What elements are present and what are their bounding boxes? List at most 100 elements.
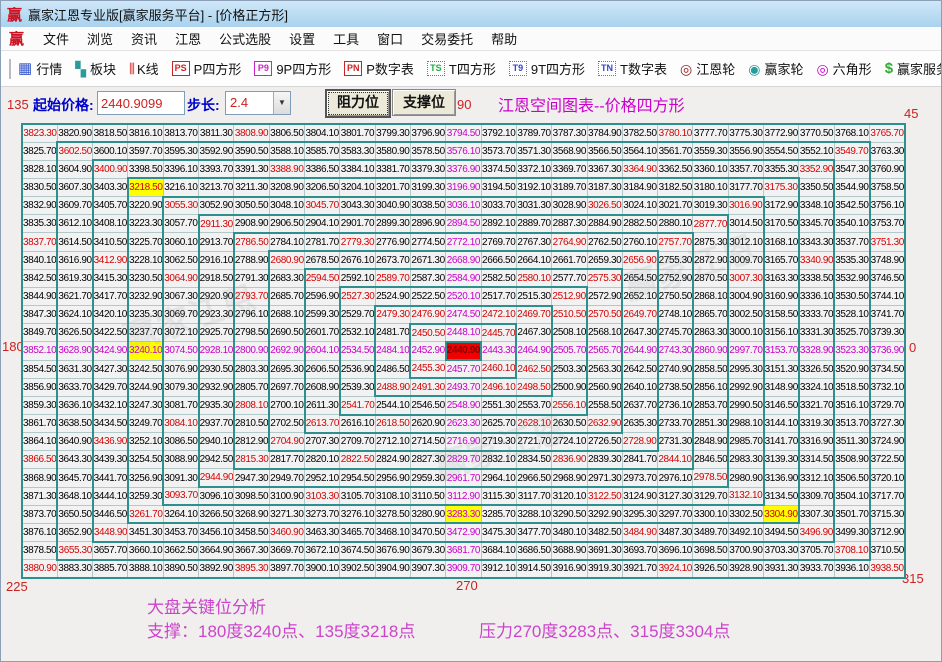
support-button[interactable]: 支撑位: [392, 89, 456, 116]
price-cell: 2659.30: [586, 250, 623, 270]
toolbar-button-P数字表[interactable]: PN P数字表: [344, 59, 414, 78]
toolbar-button-K线[interactable]: ⫼ K线: [129, 59, 159, 78]
price-cell: 3756.10: [869, 196, 906, 216]
price-cell: 2582.50: [480, 268, 517, 288]
price-cell: 3844.90: [20, 286, 58, 307]
toolbar-button-赢家轮[interactable]: ◉ 赢家轮: [748, 59, 803, 78]
toolbar-label: 江恩轮: [696, 62, 736, 77]
price-cell: 3028.90: [551, 195, 588, 216]
price-cell: 3492.10: [727, 522, 765, 543]
price-cell: 3542.50: [833, 196, 871, 216]
price-cell: 2532.10: [338, 323, 376, 343]
price-cell: 3559.30: [692, 141, 729, 161]
price-cell: 3602.50: [56, 141, 94, 161]
price-cell: 3427.30: [91, 359, 129, 379]
price-cell: 3484.90: [621, 522, 659, 543]
price-cell: 3782.50: [621, 122, 659, 143]
toolbar-button-T四方形[interactable]: TS T四方形: [426, 59, 496, 78]
axis-label-0: 0: [909, 340, 917, 355]
price-cell: 2618.50: [374, 413, 411, 434]
menu-item-文件[interactable]: 文件: [34, 30, 78, 49]
toolbar-button-六角形[interactable]: ◎ 六角形: [816, 59, 871, 78]
price-cell: 3307.30: [798, 504, 836, 524]
toolbar-button-行情[interactable]: ▦ 行情: [18, 59, 62, 78]
price-cell: 3280.90: [409, 504, 447, 525]
menu-item-工具[interactable]: 工具: [324, 30, 368, 49]
price-cell: 3655.30: [56, 541, 94, 561]
price-cell: 3463.30: [303, 522, 341, 543]
price-cell: 3000.10: [727, 323, 765, 343]
menu-item-浏览[interactable]: 浏览: [78, 30, 122, 49]
price-cell: 2546.50: [409, 395, 447, 416]
price-cell: 3580.90: [374, 141, 411, 161]
price-cell: 3237.70: [126, 323, 164, 343]
price-cell: 3117.70: [515, 486, 553, 507]
price-cell: 2558.50: [586, 395, 624, 416]
price-cell: 2889.70: [515, 213, 553, 234]
chevron-down-icon[interactable]: ▼: [273, 92, 290, 114]
toolbar-items: ▦ 行情 ▚ 板块 ⫼ K线 PS P四方形 P9 9P四方形 PN P数字表 TS T四方形 T9 9T四方…: [18, 59, 941, 78]
price-cell: 2476.90: [409, 304, 447, 325]
step-combobox[interactable]: 2.4 ▼: [225, 91, 291, 115]
toolbar-button-P四方形[interactable]: PS P四方形: [171, 59, 241, 78]
price-cell: 2522.50: [409, 286, 447, 307]
price-cell: 2968.90: [551, 468, 588, 489]
price-cell: 2673.70: [374, 250, 411, 270]
price-cell: 2697.70: [268, 377, 306, 397]
price-cell: 3364.90: [621, 159, 659, 179]
menu-item-交易委托[interactable]: 交易委托: [412, 30, 482, 49]
price-cell: 2484.10: [374, 341, 411, 361]
price-cell: 2940.10: [197, 432, 235, 452]
price-cell: 3040.90: [374, 195, 411, 216]
price-cell: 2755.30: [657, 250, 694, 270]
toolbar-button-T数字表[interactable]: TN T数字表: [598, 59, 667, 78]
price-cell: 3480.10: [551, 522, 588, 543]
key-level-cell: 3240.10: [126, 341, 164, 361]
price-cell: 3348.10: [798, 196, 836, 216]
price-cell: 2740.90: [657, 359, 694, 379]
price-cell: 2961.70: [445, 468, 482, 489]
menu-item-窗口[interactable]: 窗口: [368, 30, 412, 49]
toolbar-button-江恩轮[interactable]: ◎ 江恩轮: [680, 59, 735, 78]
menu-item-公式选股[interactable]: 公式选股: [210, 30, 280, 49]
price-cell: 3520.90: [833, 359, 871, 379]
price-cell: 3165.70: [763, 250, 800, 270]
price-cell: 2464.90: [515, 341, 553, 361]
price-cell: 3372.10: [515, 159, 553, 179]
price-cell: 3720.10: [869, 468, 906, 488]
price-cell: 2808.10: [232, 395, 270, 416]
price-cell: 2973.70: [621, 468, 659, 489]
menu-item-帮助[interactable]: 帮助: [482, 30, 526, 49]
price-cell: 3091.30: [162, 468, 200, 488]
price-cell: 2563.30: [586, 359, 624, 379]
toolbar-label: K线: [136, 62, 159, 77]
price-cell: 3031.30: [515, 195, 553, 216]
price-cell: 2486.50: [374, 359, 411, 379]
price-cell: 2589.70: [374, 268, 411, 288]
menu-item-江恩[interactable]: 江恩: [166, 30, 210, 49]
price-cell: 2702.50: [268, 413, 306, 434]
toolbar: ▦ 行情 ▚ 板块 ⫼ K线 PS P四方形 P9 9P四方形 PN P数字表 TS T四方形 T9 9T四方…: [1, 51, 941, 87]
price-cell: 3004.90: [727, 286, 765, 307]
sectors-icon: ▚: [75, 60, 86, 77]
price-cell: 3376.90: [445, 159, 482, 179]
toolbar-label: 9T四方形: [530, 62, 586, 77]
resistance-button[interactable]: 阻力位: [325, 89, 391, 118]
toolbar-label: T四方形: [448, 62, 496, 77]
price-cell: 2620.90: [409, 413, 447, 434]
price-cell: 3530.50: [833, 286, 871, 307]
toolbar-button-9T四方形[interactable]: T9 9T四方形: [508, 59, 586, 78]
title-bar[interactable]: 赢 赢家江恩专业版[赢家服务平台] - [价格正方形]: [1, 1, 941, 27]
toolbar-drag-handle-icon[interactable]: [9, 58, 11, 79]
price-cell: 3319.30: [798, 413, 836, 434]
price-cell: 3907.30: [409, 559, 447, 580]
price-cell: 3924.10: [657, 559, 694, 580]
toolbar-button-赢家服务[interactable]: $赢家服务: [885, 59, 941, 78]
toolbar-button-9P四方形[interactable]: P9 9P四方形: [254, 59, 331, 78]
menu-item-资讯[interactable]: 资讯: [122, 30, 166, 49]
price-cell: 3230.50: [126, 268, 164, 288]
menu-item-设置[interactable]: 设置: [280, 30, 324, 49]
start-price-input[interactable]: [97, 91, 185, 115]
price-cell: 2745.70: [657, 323, 694, 343]
toolbar-button-板块[interactable]: ▚ 板块: [75, 59, 116, 78]
